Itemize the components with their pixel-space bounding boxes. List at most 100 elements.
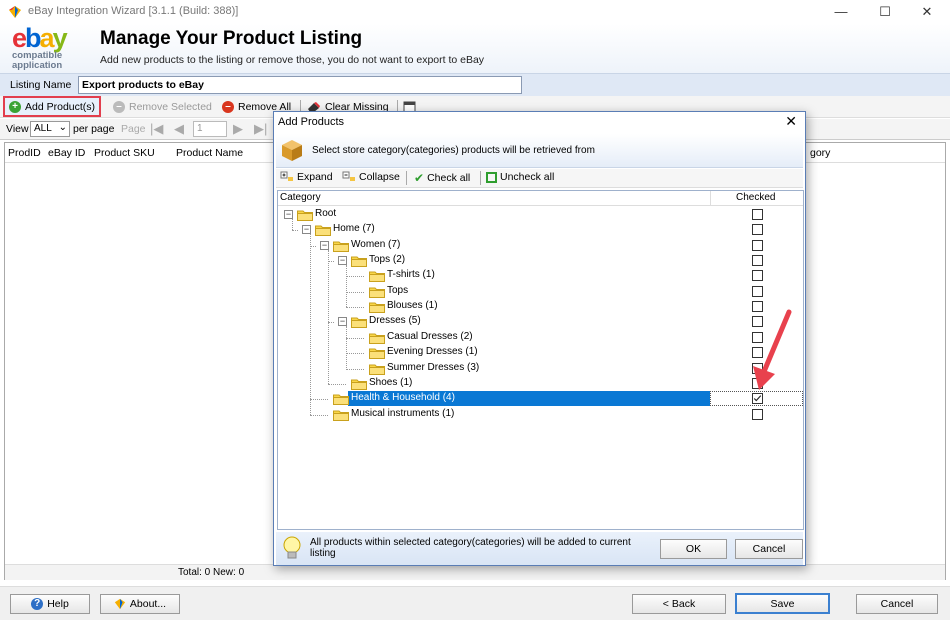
grid-totals: Total: 0 New: 0 <box>178 567 245 578</box>
page-input[interactable]: 1 <box>193 121 227 137</box>
tree-item-checkbox[interactable] <box>752 255 763 267</box>
tree-row[interactable]: − Home (7) <box>278 222 803 237</box>
tree-item-label: Women (7) <box>351 238 401 250</box>
tree-row[interactable]: T-shirts (1) <box>278 268 803 283</box>
page-title: Manage Your Product Listing <box>100 28 363 49</box>
tree-item-label: Blouses (1) <box>387 300 438 312</box>
dialog-instructions: Select store category(categories) produc… <box>312 145 595 156</box>
tree-item-checkbox[interactable] <box>752 224 763 236</box>
tree-row[interactable]: − Tops (2) <box>278 253 803 268</box>
tree-collapse-toggle[interactable]: − <box>338 317 347 327</box>
tree-row[interactable]: Shoes (1) <box>278 376 803 391</box>
expand-button[interactable]: Expand <box>280 171 333 183</box>
check-all-button[interactable]: ✔ Check all <box>414 171 470 185</box>
collapse-icon <box>342 171 355 181</box>
tree-collapse-toggle[interactable]: − <box>284 210 293 219</box>
page-subtitle: Add new products to the listing or remov… <box>100 54 485 66</box>
tree-row[interactable]: Casual Dresses (2) <box>278 330 803 345</box>
lightbulb-icon <box>283 536 301 559</box>
tree-item-checkbox[interactable] <box>752 239 763 251</box>
folder-icon <box>351 255 367 268</box>
folder-icon <box>369 332 385 344</box>
tree-row[interactable]: − Dresses (5) <box>278 314 803 329</box>
folder-icon <box>369 270 385 283</box>
tree-item-checkbox[interactable] <box>752 270 763 282</box>
tree-item-label: Health & Household (4) <box>351 392 455 404</box>
tree-row[interactable]: Musical instruments (1) <box>278 407 803 422</box>
tree-row[interactable]: Health & Household (4) <box>278 391 803 407</box>
last-page-icon[interactable]: ▶| <box>254 121 267 137</box>
expand-icon <box>280 171 293 181</box>
view-label: View <box>6 123 29 135</box>
ebay-diamond-icon <box>114 598 126 610</box>
back-button[interactable]: < Back <box>632 594 726 614</box>
tree-item-checkbox[interactable] <box>752 285 763 297</box>
next-page-icon[interactable]: ▶ <box>233 121 243 137</box>
folder-icon <box>369 286 385 298</box>
per-page-select[interactable]: ALL ⌄ <box>30 121 70 137</box>
folder-icon <box>351 378 367 390</box>
dialog-ok-button[interactable]: OK <box>660 539 727 559</box>
folder-icon <box>333 240 349 252</box>
dialog-cancel-button[interactable]: Cancel <box>735 539 803 559</box>
category-tree[interactable]: Category Checked − Root − Home (7) − Women (7… <box>277 190 804 530</box>
tree-item-checkbox[interactable] <box>752 209 763 220</box>
tree-row[interactable]: Summer Dresses (3) <box>278 361 803 376</box>
add-products-label: Add Product(s) <box>25 100 96 113</box>
tree-item-label: Dresses (5) <box>369 315 421 327</box>
first-page-icon[interactable]: |◀ <box>150 121 163 137</box>
remove-icon: – <box>222 101 234 113</box>
column-header-name[interactable]: Product Name <box>176 147 243 159</box>
tree-row[interactable]: Evening Dresses (1) <box>278 345 803 360</box>
close-button[interactable]: ✕ <box>912 2 942 22</box>
tree-row[interactable]: Tops <box>278 284 803 299</box>
column-header-category[interactable]: gory <box>810 147 830 159</box>
dialog-footer: All products within selected category(ca… <box>276 532 803 565</box>
tree-collapse-toggle[interactable]: − <box>302 225 311 235</box>
tree-item-label: Musical instruments (1) <box>351 407 455 419</box>
column-header-ebay-id[interactable]: eBay ID <box>48 147 85 159</box>
toolbar-divider <box>480 171 481 185</box>
folder-icon <box>297 209 313 221</box>
tree-item-checkbox[interactable] <box>752 408 763 420</box>
minimize-button[interactable]: — <box>826 2 856 22</box>
maximize-button[interactable]: ☐ <box>870 2 900 22</box>
dialog-footer-text: All products within selected category(ca… <box>310 537 631 559</box>
tree-item-label: T-shirts (1) <box>387 269 435 281</box>
column-header-prodid[interactable]: ProdID <box>8 147 41 159</box>
dialog-title-bar: Add Products ✕ <box>274 112 805 133</box>
remove-selected-button[interactable]: – Remove Selected <box>113 99 212 115</box>
tree-row[interactable]: − Women (7) <box>278 238 803 253</box>
tree-item-label: Home (7) <box>333 223 375 235</box>
tree-collapse-toggle[interactable]: − <box>320 240 329 250</box>
cancel-button[interactable]: Cancel <box>856 594 938 614</box>
page-header: ebay compatible application Manage Your P… <box>0 23 950 74</box>
column-header-sku[interactable]: Product SKU <box>94 147 155 159</box>
folder-icon <box>333 409 349 421</box>
collapse-button[interactable]: Collapse <box>342 171 400 183</box>
logo-subtitle: compatible application <box>12 50 63 71</box>
save-button[interactable]: Save <box>735 593 830 614</box>
help-button[interactable]: ? Help <box>10 594 90 614</box>
tree-collapse-toggle[interactable]: − <box>338 256 347 266</box>
checkmark-icon: ✔ <box>414 171 425 185</box>
tree-item-checkbox[interactable] <box>752 393 763 405</box>
about-button[interactable]: About... <box>100 594 180 614</box>
tree-item-label: Evening Dresses (1) <box>387 346 478 358</box>
app-icon <box>9 6 21 18</box>
toolbar-divider <box>406 171 407 185</box>
grid-footer: Total: 0 New: 0 <box>5 564 945 580</box>
ebay-compatible-logo: ebay compatible application <box>10 23 90 72</box>
folder-icon <box>369 363 385 375</box>
tree-row[interactable]: − Root <box>278 207 803 222</box>
dialog-close-button[interactable]: ✕ <box>785 113 797 130</box>
uncheck-all-button[interactable]: Uncheck all <box>486 171 554 183</box>
add-products-button[interactable]: + Add Product(s) <box>3 96 102 117</box>
tree-row[interactable]: Blouses (1) <box>278 299 803 314</box>
red-arrow-icon <box>753 309 792 390</box>
listing-name-input[interactable]: Export products to eBay <box>78 76 522 94</box>
add-products-dialog: Add Products ✕ Select store category(cat… <box>273 111 806 566</box>
help-icon: ? <box>31 598 44 610</box>
page-label: Page <box>121 123 146 135</box>
prev-page-icon[interactable]: ◀ <box>174 121 184 137</box>
